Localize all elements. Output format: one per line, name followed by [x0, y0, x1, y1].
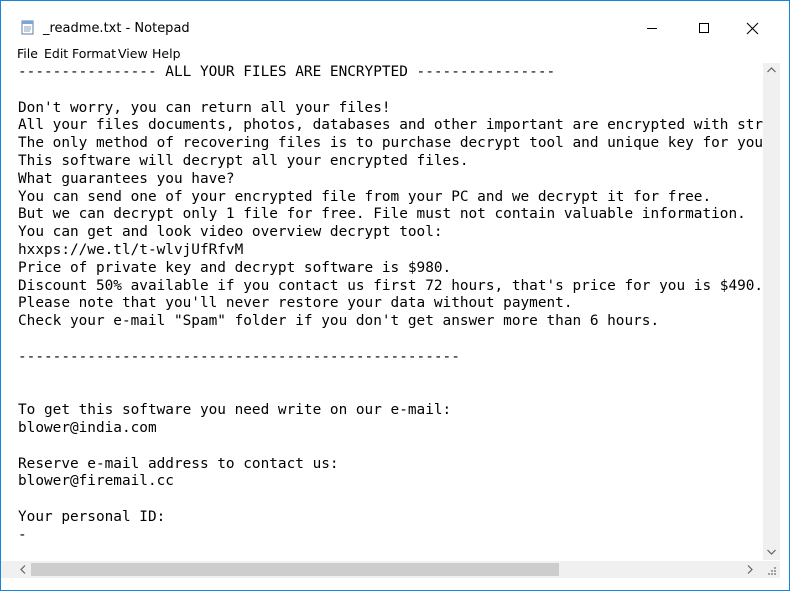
- text-line: Price of private key and decrypt softwar…: [18, 259, 452, 276]
- window-title: _readme.txt - Notepad: [43, 21, 190, 36]
- maximize-icon: [699, 23, 709, 33]
- close-icon: [746, 22, 758, 34]
- menu-view[interactable]: View: [118, 46, 148, 62]
- text-line: Your personal ID:: [18, 508, 166, 525]
- menu-file[interactable]: File: [17, 46, 38, 62]
- text-line: -: [18, 526, 27, 543]
- scroll-right-icon[interactable]: [747, 565, 753, 574]
- resize-grip-icon[interactable]: [765, 566, 777, 576]
- text-line: This software will decrypt all your encr…: [18, 152, 469, 169]
- horizontal-scroll-thumb[interactable]: [31, 563, 559, 576]
- text-line: But we can decrypt only 1 file for free.…: [18, 206, 746, 223]
- text-line: blower@india.com: [18, 419, 157, 436]
- close-button[interactable]: [729, 15, 775, 41]
- scroll-down-icon[interactable]: [767, 549, 776, 555]
- menu-edit[interactable]: Edit: [44, 46, 68, 62]
- text-editor[interactable]: ---------------- ALL YOUR FILES ARE ENCR…: [1, 63, 763, 561]
- scroll-left-icon[interactable]: [20, 565, 26, 574]
- text-line: Reserve e-mail address to contact us:: [18, 455, 339, 472]
- text-line: Check your e-mail "Spam" folder if you d…: [18, 313, 660, 330]
- title-bar[interactable]: _readme.txt - Notepad: [1, 1, 789, 41]
- text-line: ---------------- ALL YOUR FILES ARE ENCR…: [18, 64, 556, 80]
- text-line: What guarantees you have?: [18, 170, 235, 187]
- horizontal-scrollbar[interactable]: [1, 561, 763, 578]
- window-bottom-edge: [1, 578, 789, 590]
- notepad-icon: [21, 20, 34, 35]
- text-line: To get this software you need write on o…: [18, 402, 452, 419]
- maximize-button[interactable]: [681, 15, 727, 41]
- text-line: blower@firemail.cc: [18, 473, 174, 490]
- vertical-scrollbar[interactable]: [763, 63, 780, 560]
- text-line: ----------------------------------------…: [18, 348, 460, 365]
- text-line: The only method of recovering files is t…: [18, 135, 763, 152]
- document-text[interactable]: ---------------- ALL YOUR FILES ARE ENCR…: [18, 64, 763, 545]
- text-line: You can send one of your encrypted file …: [18, 188, 712, 205]
- text-line: hxxps://we.tl/t-wlvjUfRfvM: [18, 241, 244, 258]
- minimize-icon: [647, 28, 657, 29]
- text-line: Please note that you'll never restore yo…: [18, 295, 573, 312]
- scroll-up-icon[interactable]: [767, 67, 776, 73]
- menu-format[interactable]: Format: [72, 46, 116, 62]
- text-line: Discount 50% available if you contact us…: [18, 277, 763, 294]
- text-line: You can get and look video overview decr…: [18, 224, 443, 241]
- minimize-button[interactable]: [629, 15, 675, 41]
- menu-help[interactable]: Help: [152, 46, 181, 62]
- notepad-window: _readme.txt - Notepad File Edit Format V…: [0, 0, 790, 591]
- text-line: Don't worry, you can return all your fil…: [18, 99, 391, 116]
- text-line: All your files documents, photos, databa…: [18, 117, 763, 134]
- menu-bar: File Edit Format View Help: [1, 44, 789, 64]
